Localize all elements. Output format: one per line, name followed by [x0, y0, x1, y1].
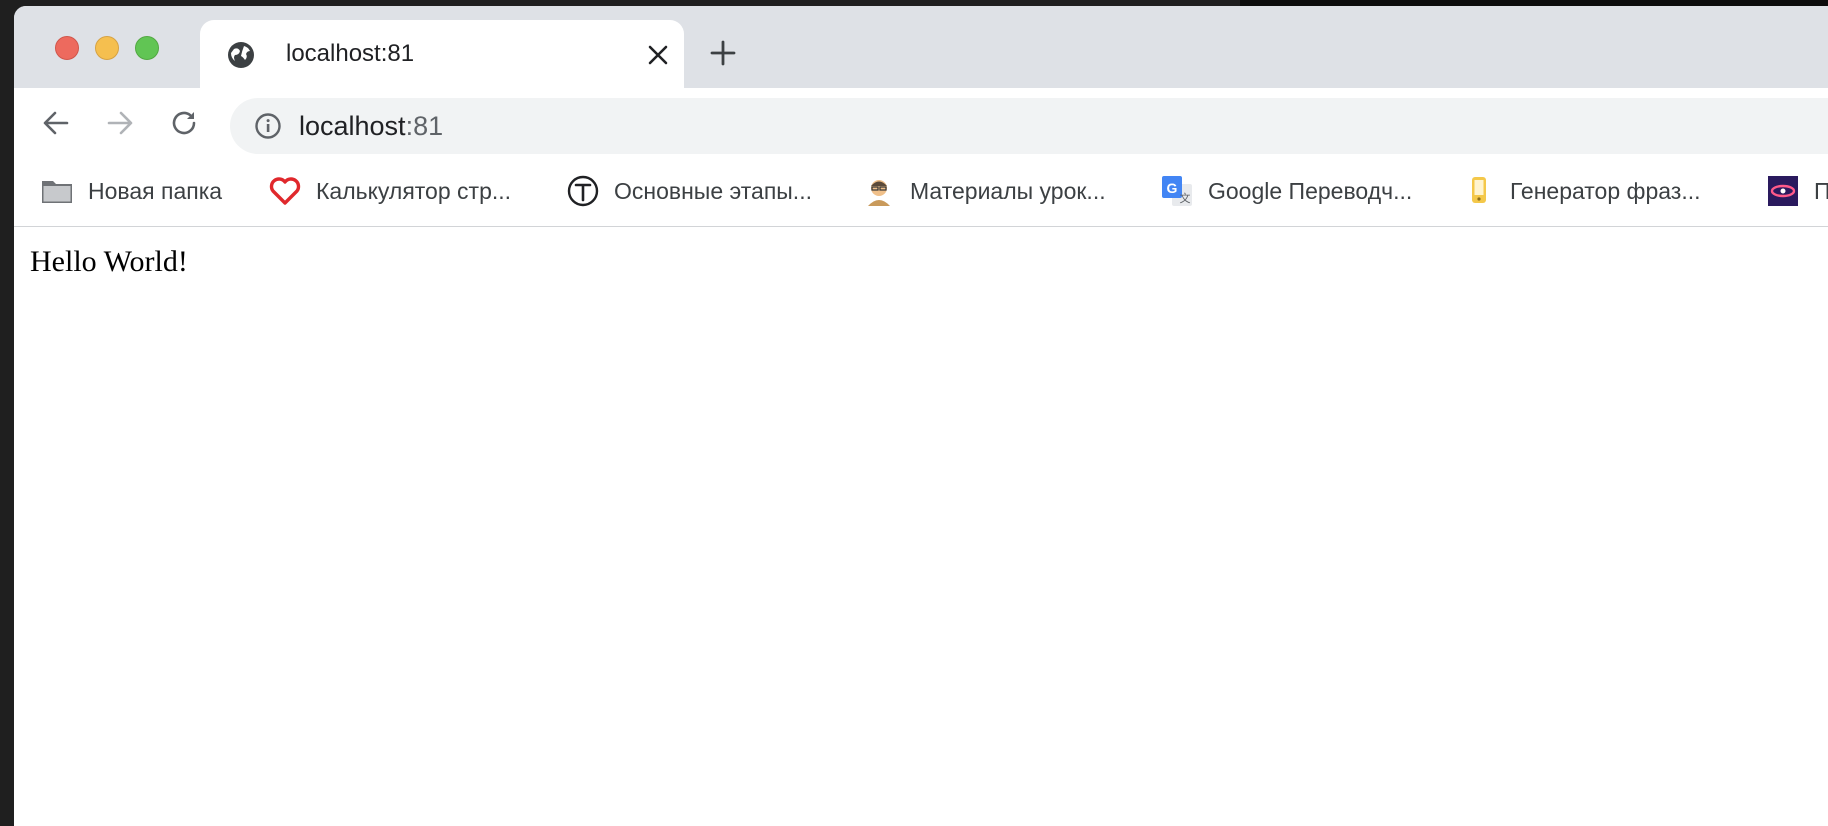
window-maximize-button[interactable]	[135, 36, 159, 60]
avatar-icon	[868, 180, 890, 206]
browser-toolbar: localhost:81	[14, 88, 1828, 154]
tab-title: localhost:81	[286, 40, 415, 67]
window-close-button[interactable]	[55, 36, 79, 60]
info-icon[interactable]	[254, 112, 282, 140]
hello-world-text: Hello World!	[30, 245, 188, 278]
bookmark-label: Генератор фраз...	[1510, 177, 1701, 204]
back-arrow-icon[interactable]	[41, 108, 71, 138]
galaxy-icon	[1768, 176, 1798, 206]
bookmark-truncated[interactable]: По	[1766, 174, 1828, 208]
folder-icon	[42, 181, 72, 203]
bookmark-phrase-generator[interactable]: Генератор фраз...	[1462, 174, 1701, 208]
tab-close-icon[interactable]	[645, 42, 671, 68]
bookmark-folder[interactable]: Новая папка	[40, 174, 222, 208]
bookmarks-bar: Новая папка Калькулятор стр... Основные …	[14, 154, 1828, 227]
svg-text:文: 文	[1180, 191, 1191, 205]
url-port: :81	[405, 111, 444, 141]
google-translate-icon: G 文	[1162, 176, 1192, 206]
window-minimize-button[interactable]	[95, 36, 119, 60]
bookmark-label: По	[1814, 177, 1828, 204]
heart-icon	[269, 177, 301, 205]
address-bar[interactable]: localhost:81	[230, 98, 1828, 154]
bookmark-label: Калькулятор стр...	[316, 177, 512, 204]
svg-text:G: G	[1167, 180, 1178, 196]
tab-localhost[interactable]: localhost:81	[200, 20, 684, 88]
new-tab-plus-icon[interactable]	[709, 39, 737, 67]
bookmark-label: Новая папка	[88, 177, 223, 204]
globe-icon	[228, 42, 254, 68]
url-host: localhost	[299, 111, 406, 141]
bookmark-materials[interactable]: Материалы урок...	[862, 174, 1106, 208]
url-text[interactable]: localhost:81	[299, 111, 443, 142]
bookmark-google-translate[interactable]: G 文 Google Переводч...	[1160, 174, 1412, 208]
browser-window: localhost:81 localhost:81 Новая папка Ка…	[14, 6, 1828, 826]
page-content: Hello World!	[14, 227, 1828, 826]
forward-arrow-icon[interactable]	[105, 108, 135, 138]
phone-icon	[1472, 177, 1486, 203]
bookmark-label: Google Переводч...	[1208, 177, 1413, 204]
tab-strip: localhost:81	[14, 6, 1828, 88]
bookmark-label: Основные этапы...	[614, 177, 812, 204]
bookmark-stages[interactable]: Основные этапы...	[566, 174, 812, 208]
bookmark-label: Материалы урок...	[910, 177, 1106, 204]
t-circle-icon	[567, 175, 599, 207]
bookmark-calculator[interactable]: Калькулятор стр...	[268, 174, 511, 208]
reload-icon[interactable]	[169, 108, 199, 138]
